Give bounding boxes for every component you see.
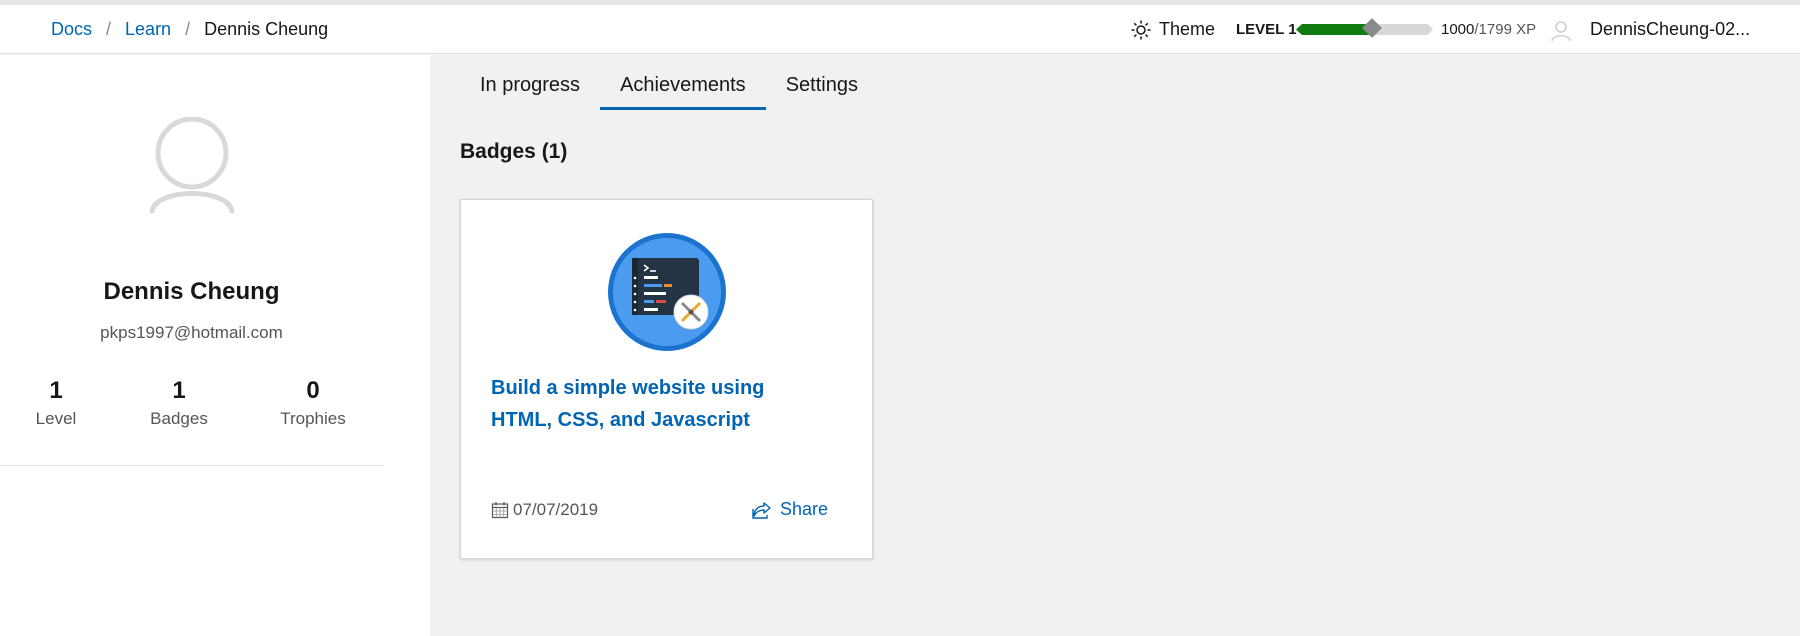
breadcrumb: Docs / Learn / Dennis Cheung	[51, 19, 328, 40]
calendar-icon	[491, 502, 509, 519]
badge-title-link[interactable]: Build a simple website using HTML, CSS, …	[491, 372, 831, 436]
share-button[interactable]: Share	[752, 499, 828, 520]
breadcrumb-current: Dennis Cheung	[204, 19, 329, 39]
theme-label: Theme	[1159, 19, 1216, 39]
stat-label: Trophies	[280, 409, 346, 428]
stat-value: 1	[172, 377, 186, 404]
share-label: Share	[780, 499, 829, 519]
tab-settings[interactable]: Settings	[766, 62, 878, 107]
profile-tabs: In progress Achievements Settings	[460, 62, 878, 110]
user-name[interactable]: DennisCheung-02...	[1590, 19, 1750, 40]
badge-date: 07/07/2019	[491, 500, 598, 520]
code-editor-tools-icon	[608, 233, 726, 351]
xp-text: 1000/1799 XP	[1441, 21, 1536, 38]
stat-label: Badges	[150, 409, 208, 428]
divider	[0, 465, 384, 466]
xp-max: /1799 XP	[1474, 21, 1537, 38]
stat-level: 1 Level	[30, 377, 82, 429]
badge-date-text: 07/07/2019	[513, 500, 599, 519]
xp-fill	[1296, 24, 1372, 35]
breadcrumb-separator: /	[106, 19, 112, 39]
breadcrumb-docs[interactable]: Docs	[51, 19, 92, 40]
user-avatar-icon[interactable]	[1550, 20, 1572, 42]
tab-achievements[interactable]: Achievements	[600, 62, 766, 110]
xp-current: 1000	[1441, 21, 1475, 38]
stat-value: 1	[49, 377, 63, 404]
tab-in-progress[interactable]: In progress	[460, 62, 600, 107]
profile-sidebar: Dennis Cheung pkps1997@hotmail.com 1 Lev…	[0, 55, 430, 636]
stat-badges: 1 Badges	[146, 377, 212, 429]
level-label: LEVEL 1	[1236, 21, 1297, 38]
stat-trophies: 0 Trophies	[275, 377, 351, 429]
sun-icon	[1131, 20, 1151, 39]
stat-label: Level	[35, 409, 77, 428]
profile-avatar-icon	[149, 117, 235, 213]
share-icon	[752, 501, 771, 519]
profile-name: Dennis Cheung	[103, 278, 280, 305]
breadcrumb-learn[interactable]: Learn	[125, 19, 171, 40]
profile-email: pkps1997@hotmail.com	[100, 323, 283, 342]
badges-heading: Badges (1)	[460, 140, 568, 163]
top-header: Docs / Learn / Dennis Cheung Theme LEVEL…	[0, 5, 1800, 54]
badge-card: Build a simple website using HTML, CSS, …	[460, 199, 873, 559]
breadcrumb-separator: /	[185, 19, 191, 39]
xp-progress-bar	[1296, 18, 1433, 38]
stat-value: 0	[306, 377, 320, 404]
theme-toggle[interactable]: Theme	[1131, 19, 1215, 40]
